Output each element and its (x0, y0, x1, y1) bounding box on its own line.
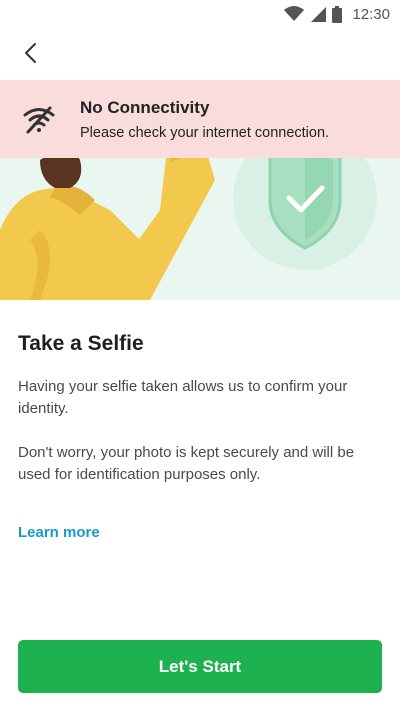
wifi-off-icon (22, 102, 56, 136)
wifi-icon (284, 6, 305, 22)
description-paragraph-2: Don't worry, your photo is kept securely… (18, 444, 355, 483)
chevron-left-icon (23, 41, 39, 70)
battery-icon (332, 5, 343, 23)
back-button[interactable] (14, 38, 48, 72)
signal-icon (310, 6, 327, 22)
learn-more-link[interactable]: Learn more (18, 524, 100, 541)
description-paragraph-1: Having your selfie taken allows us to co… (18, 378, 348, 417)
no-connectivity-banner: No Connectivity Please check your intern… (0, 80, 400, 158)
status-time: 12:30 (352, 5, 390, 23)
lets-start-button[interactable]: Let's Start (18, 640, 382, 693)
status-bar: 12:30 (0, 0, 400, 28)
banner-title: No Connectivity (80, 98, 210, 117)
banner-message: Please check your internet connection. (80, 125, 330, 141)
page-title: Take a Selfie (18, 332, 144, 355)
app-bar (0, 28, 400, 80)
